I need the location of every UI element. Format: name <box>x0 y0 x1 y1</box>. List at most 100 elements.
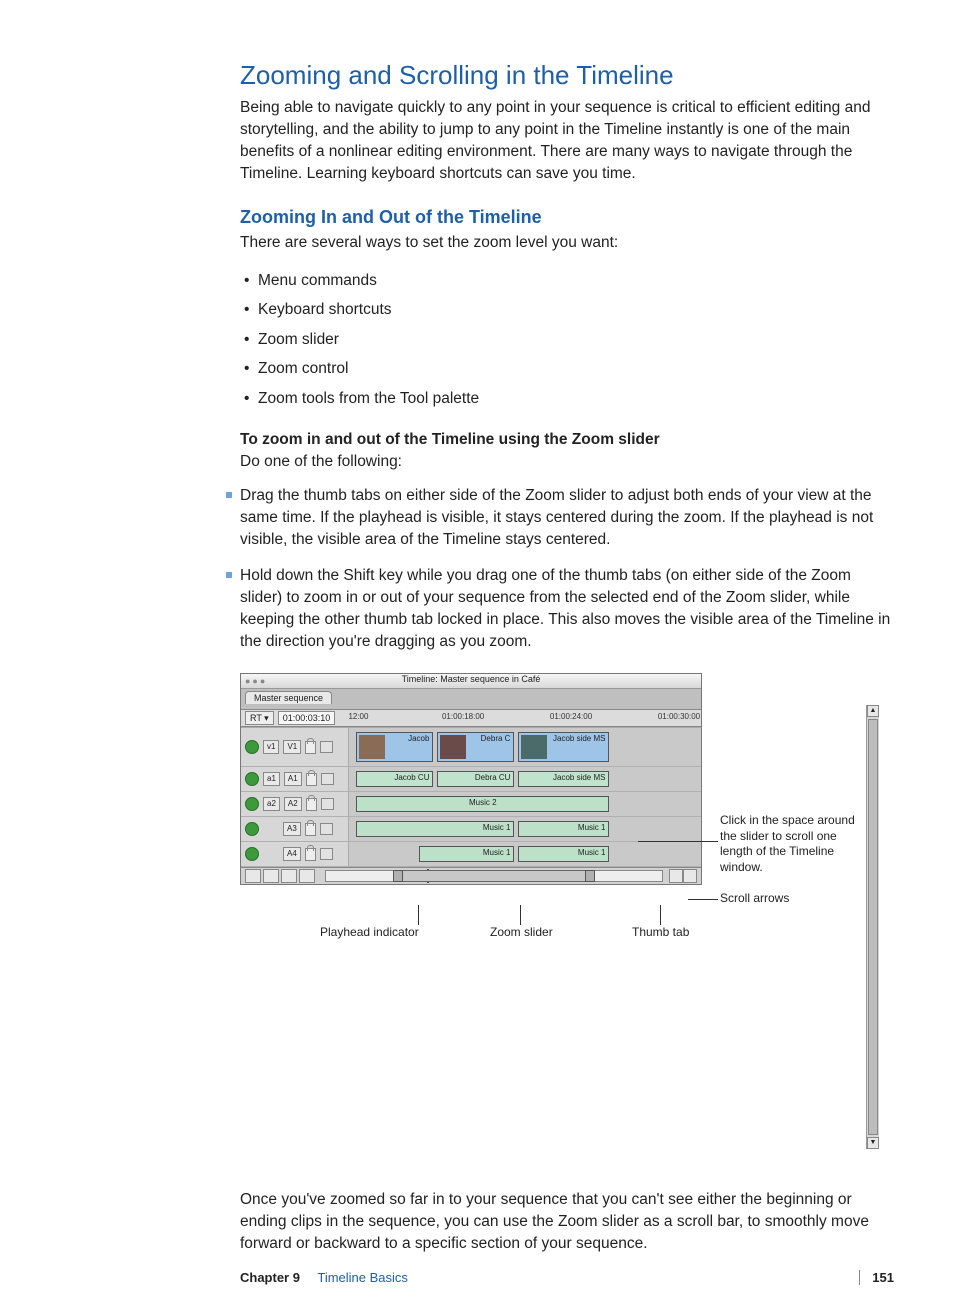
ruler-mark: 12:00 <box>348 712 368 721</box>
audible-toggle-icon[interactable] <box>245 847 259 861</box>
video-clip[interactable]: Debra C <box>437 732 514 762</box>
audio-clip[interactable]: Music 2 <box>356 796 609 812</box>
thumb-tab-left[interactable] <box>393 870 403 882</box>
zoom-slider[interactable] <box>393 870 595 882</box>
track-dest-label[interactable]: A1 <box>284 772 302 786</box>
track-source-label[interactable]: v1 <box>263 740 279 754</box>
audio-clip[interactable]: Jacob CU <box>356 771 433 787</box>
ruler-ticks[interactable]: 12:00 01:00:18:00 01:00:24:00 01:00:30:0… <box>341 710 701 726</box>
lock-icon[interactable] <box>306 773 317 786</box>
track-header[interactable]: v1 V1 <box>241 728 349 766</box>
footer-chapter: Chapter 9 <box>240 1270 300 1285</box>
timeline-bottom-bar <box>241 867 701 884</box>
scroll-right-arrow-icon[interactable] <box>683 869 697 883</box>
lock-icon[interactable] <box>306 798 317 811</box>
list-item: Zoom tools from the Tool palette <box>258 384 894 413</box>
audio-clip[interactable]: Jacob side MS <box>518 771 610 787</box>
timeline-ruler: RT ▾ 01:00:03:10 12:00 01:00:18:00 01:00… <box>241 710 701 727</box>
track-a4: A4 Music 1 Music 1 <box>241 842 701 867</box>
track-a1: a1 A1 Jacob CU Debra CU Jacob side MS <box>241 767 701 792</box>
list-item: Hold down the Shift key while you drag o… <box>240 565 894 653</box>
list-item: Menu commands <box>258 266 894 295</box>
tracks-area: v1 V1 Jacob Debra C <box>241 727 701 867</box>
callout-text: Zoom slider <box>490 925 553 939</box>
track-dest-label[interactable]: V1 <box>283 740 301 754</box>
track-source-label[interactable]: a1 <box>263 772 280 786</box>
list-item: Zoom slider <box>258 325 894 354</box>
auto-select-icon[interactable] <box>320 741 333 753</box>
section-intro: There are several ways to set the zoom l… <box>240 232 894 254</box>
track-dest-label[interactable]: A3 <box>283 822 301 836</box>
audible-toggle-icon[interactable] <box>245 797 259 811</box>
track-source-label[interactable]: a2 <box>263 797 280 811</box>
ruler-mark: 01:00:18:00 <box>442 712 484 721</box>
toggle-button[interactable] <box>263 869 279 883</box>
scroll-up-arrow-icon[interactable]: ▲ <box>867 705 879 717</box>
audio-clip[interactable]: Music 1 <box>419 846 514 862</box>
methods-list: Menu commands Keyboard shortcuts Zoom sl… <box>240 266 894 413</box>
visibility-toggle-icon[interactable] <box>245 740 259 754</box>
audio-clip[interactable]: Debra CU <box>437 771 514 787</box>
auto-select-icon[interactable] <box>321 773 334 785</box>
video-clip[interactable]: Jacob <box>356 732 433 762</box>
list-item: Drag the thumb tabs on either side of th… <box>240 485 894 551</box>
scroll-left-arrow-icon[interactable] <box>669 869 683 883</box>
track-dest-label[interactable]: A4 <box>283 847 301 861</box>
rt-menu-button[interactable]: RT ▾ <box>245 711 274 725</box>
sequence-tab[interactable]: Master sequence <box>245 691 332 704</box>
track-dest-label[interactable]: A2 <box>284 797 302 811</box>
ruler-mark: 01:00:30:00 <box>658 712 700 721</box>
current-timecode[interactable]: 01:00:03:10 <box>278 711 336 725</box>
toggle-button[interactable] <box>281 869 297 883</box>
audible-toggle-icon[interactable] <box>245 772 259 786</box>
audio-clip[interactable]: Music 1 <box>356 821 514 837</box>
clip-label: Jacob side MS <box>553 773 605 782</box>
clip-label: Jacob side MS <box>553 734 605 743</box>
clip-label: Debra CU <box>475 773 511 782</box>
track-body[interactable]: Music 1 Music 1 <box>349 842 701 866</box>
leader-line <box>418 905 419 925</box>
vertical-scrollbar[interactable]: ▲ ▼ <box>866 705 879 1149</box>
timeline-figure: ●●● Timeline: Master sequence in Café Ma… <box>240 673 880 1165</box>
video-clip[interactable]: Jacob side MS <box>518 732 610 762</box>
timeline-window: ●●● Timeline: Master sequence in Café Ma… <box>240 673 702 885</box>
audio-clip[interactable]: Music 1 <box>518 821 610 837</box>
track-body[interactable]: Music 1 Music 1 <box>349 817 701 841</box>
auto-select-icon[interactable] <box>321 798 334 810</box>
track-body[interactable]: Music 2 <box>349 792 701 816</box>
thumb-tab-right[interactable] <box>585 870 595 882</box>
footer-page-number: 151 <box>859 1270 894 1285</box>
clip-thumbnail-icon <box>440 735 466 759</box>
track-header[interactable]: A4 <box>241 842 349 866</box>
list-item: Keyboard shortcuts <box>258 295 894 324</box>
clip-label: Jacob CU <box>394 773 429 782</box>
clip-label: Jacob <box>408 734 429 743</box>
zoom-scroll-bar[interactable] <box>325 870 663 882</box>
traffic-lights-icon: ●●● <box>245 676 267 686</box>
track-header[interactable]: a1 A1 <box>241 767 349 791</box>
track-header[interactable]: A3 <box>241 817 349 841</box>
leader-line <box>520 905 521 925</box>
scroll-thumb[interactable] <box>868 719 878 1135</box>
track-a2: a2 A2 Music 2 <box>241 792 701 817</box>
lock-icon[interactable] <box>305 741 316 754</box>
step-lead: Do one of the following: <box>240 451 894 473</box>
lock-icon[interactable] <box>305 848 316 861</box>
footer-book-title: Timeline Basics <box>317 1270 408 1285</box>
track-header[interactable]: a2 A2 <box>241 792 349 816</box>
toggle-button[interactable] <box>245 869 261 883</box>
lock-icon[interactable] <box>305 823 316 836</box>
track-body[interactable]: Jacob CU Debra CU Jacob side MS <box>349 767 701 791</box>
list-item: Zoom control <box>258 354 894 383</box>
toggle-button[interactable] <box>299 869 315 883</box>
auto-select-icon[interactable] <box>320 848 333 860</box>
auto-select-icon[interactable] <box>320 823 333 835</box>
track-body[interactable]: Jacob Debra C Jacob side MS <box>349 728 701 766</box>
clip-label: Debra C <box>481 734 511 743</box>
ruler-mark: 01:00:24:00 <box>550 712 592 721</box>
audio-clip[interactable]: Music 1 <box>518 846 610 862</box>
closing-paragraph: Once you've zoomed so far in to your seq… <box>240 1189 894 1255</box>
scroll-down-arrow-icon[interactable]: ▼ <box>867 1137 879 1149</box>
audible-toggle-icon[interactable] <box>245 822 259 836</box>
track-v1: v1 V1 Jacob Debra C <box>241 728 701 767</box>
